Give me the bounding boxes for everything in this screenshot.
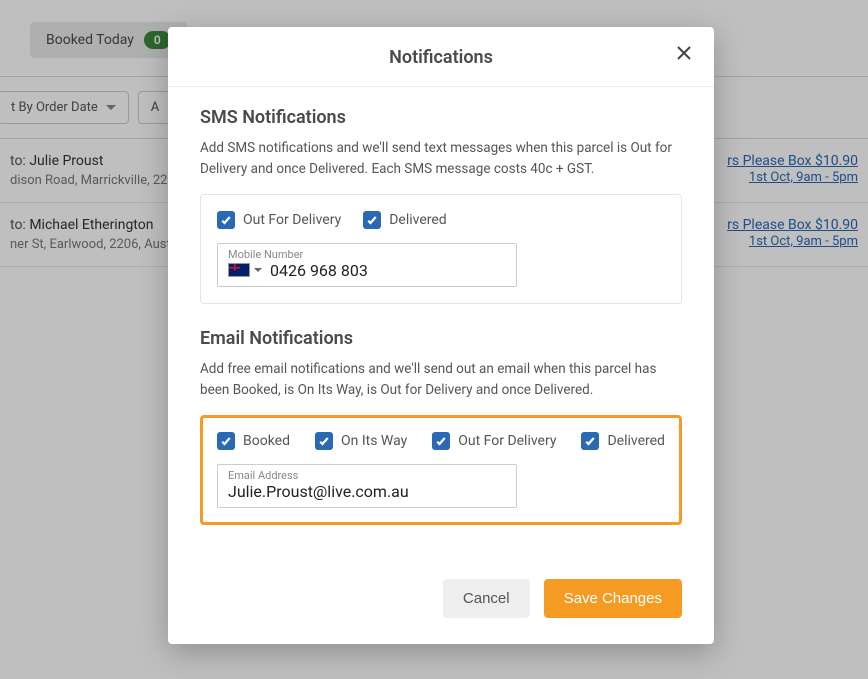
check-out-for-delivery[interactable]: Out For Delivery <box>217 211 341 229</box>
check-out-for-delivery[interactable]: Out For Delivery <box>432 432 556 450</box>
email-section-title: Email Notifications <box>200 328 682 349</box>
flag-au-icon <box>228 263 250 277</box>
modal-footer: Cancel Save Changes <box>168 569 714 644</box>
email-label: Email Address <box>228 469 506 482</box>
sms-section-desc: Add SMS notifications and we'll send tex… <box>200 138 682 180</box>
email-check-row: Booked On Its Way Out For Delivery Deliv… <box>217 432 665 450</box>
check-delivered[interactable]: Delivered <box>363 211 446 229</box>
sms-section-title: SMS Notifications <box>200 107 682 128</box>
sms-check-row: Out For Delivery Delivered <box>217 211 665 229</box>
mobile-number-field[interactable]: Mobile Number 0426 968 803 <box>217 243 517 287</box>
checkbox-icon <box>363 211 381 229</box>
country-flag-selector[interactable] <box>228 263 262 277</box>
checkbox-icon <box>315 432 333 450</box>
email-panel: Booked On Its Way Out For Delivery Deliv… <box>200 415 682 525</box>
sms-panel: Out For Delivery Delivered Mobile Number… <box>200 194 682 304</box>
check-delivered[interactable]: Delivered <box>581 432 664 450</box>
check-booked[interactable]: Booked <box>217 432 290 450</box>
email-address-field[interactable]: Email Address Julie.Proust@live.com.au <box>217 464 517 508</box>
modal-title: Notifications <box>192 47 690 68</box>
checkbox-icon <box>217 432 235 450</box>
modal-body: SMS Notifications Add SMS notifications … <box>168 87 714 569</box>
checkbox-icon <box>432 432 450 450</box>
modal-header: Notifications <box>168 27 714 87</box>
mobile-label: Mobile Number <box>228 248 506 261</box>
notifications-modal: Notifications SMS Notifications Add SMS … <box>168 27 714 644</box>
mobile-value: 0426 968 803 <box>270 261 368 280</box>
check-on-its-way[interactable]: On Its Way <box>315 432 407 450</box>
close-button[interactable] <box>672 45 696 69</box>
checkbox-icon <box>217 211 235 229</box>
close-icon <box>676 46 692 65</box>
save-changes-button[interactable]: Save Changes <box>544 579 682 618</box>
email-section-desc: Add free email notifications and we'll s… <box>200 359 682 401</box>
checkbox-icon <box>581 432 599 450</box>
email-value: Julie.Proust@live.com.au <box>228 482 506 501</box>
chevron-down-icon <box>254 268 262 272</box>
cancel-button[interactable]: Cancel <box>443 579 530 618</box>
